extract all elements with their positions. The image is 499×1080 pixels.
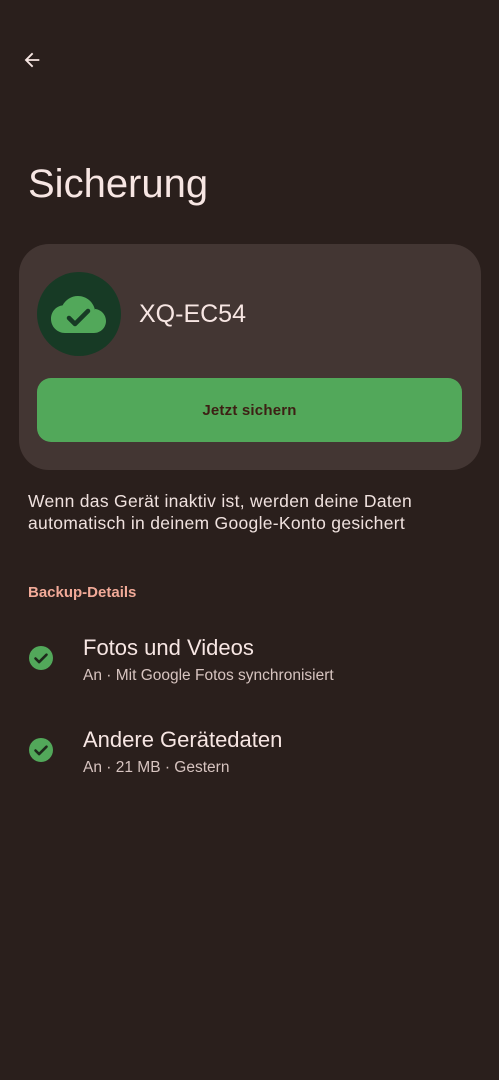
section-header-backup-details: Backup-Details xyxy=(28,584,137,601)
check-circle-icon xyxy=(29,738,53,762)
backup-now-button[interactable]: Jetzt sichern xyxy=(37,378,462,442)
arrow-back-icon xyxy=(24,52,40,68)
backup-detail-photos-videos[interactable]: Fotos und Videos An · Mit Google Fotos s… xyxy=(0,628,499,704)
device-name: XQ-EC54 xyxy=(139,300,246,328)
backup-screen: Sicherung XQ-EC54 Jetzt sichern Wenn das… xyxy=(0,0,499,1080)
backup-info-text: Wenn das Gerät inaktiv ist, werden deine… xyxy=(28,491,413,533)
device-avatar xyxy=(37,272,121,356)
cloud-check-icon xyxy=(51,296,106,333)
backup-detail-other-device-data[interactable]: Andere Gerätedaten An · 21 MB · Gestern xyxy=(0,720,499,796)
check-circle-icon xyxy=(29,646,53,670)
detail-title: Andere Gerätedaten xyxy=(83,727,283,752)
detail-subtitle: An · Mit Google Fotos synchronisiert xyxy=(83,667,334,684)
back-button[interactable] xyxy=(14,42,50,78)
detail-subtitle: An · 21 MB · Gestern xyxy=(83,759,230,776)
page-title: Sicherung xyxy=(28,162,209,206)
detail-title: Fotos und Videos xyxy=(83,635,254,660)
device-card: XQ-EC54 Jetzt sichern xyxy=(19,244,481,470)
